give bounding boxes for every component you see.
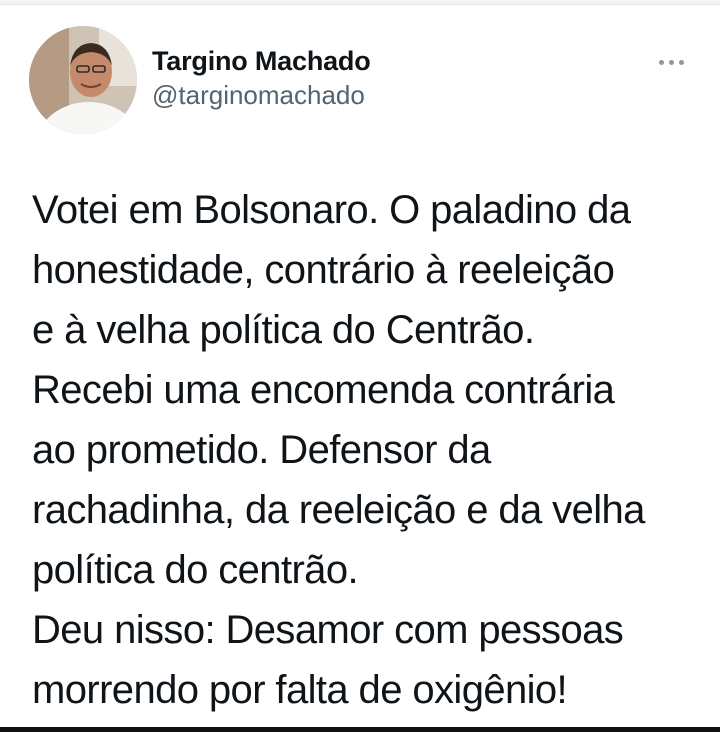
ellipsis-icon: [678, 59, 684, 65]
tweet-author[interactable]: Targino Machado @targinomachado: [152, 44, 371, 112]
display-name[interactable]: Targino Machado: [152, 44, 371, 78]
avatar[interactable]: [29, 26, 137, 134]
tweet-text-line: Recebi uma encomenda contrária: [32, 368, 615, 412]
avatar-photo: [29, 26, 137, 134]
ellipsis-icon: [658, 59, 664, 65]
top-divider: [0, 0, 720, 5]
more-options-button[interactable]: [650, 52, 692, 72]
ellipsis-icon: [668, 59, 674, 65]
tweet-text-line: Deu nisso: Desamor com pessoas: [32, 608, 624, 652]
tweet-text-line: rachadinha, da reeleição e da velha: [32, 488, 645, 532]
tweet-text-line: e à velha política do Centrão.: [32, 308, 535, 352]
tweet-text-line: ao prometido. Defensor da: [32, 428, 491, 472]
tweet-text-line: política do centrão.: [32, 548, 359, 592]
user-handle[interactable]: @targinomachado: [152, 78, 371, 112]
tweet-text-line: Votei em Bolsonaro. O paladino da: [32, 188, 631, 232]
tweet-text: Votei em Bolsonaro. O paladino da honest…: [32, 180, 712, 720]
tweet-text-line: honestidade, contrário à reeleição: [32, 248, 615, 292]
tweet-text-line: morrendo por falta de oxigênio!: [32, 668, 568, 712]
bottom-divider: [0, 727, 720, 732]
